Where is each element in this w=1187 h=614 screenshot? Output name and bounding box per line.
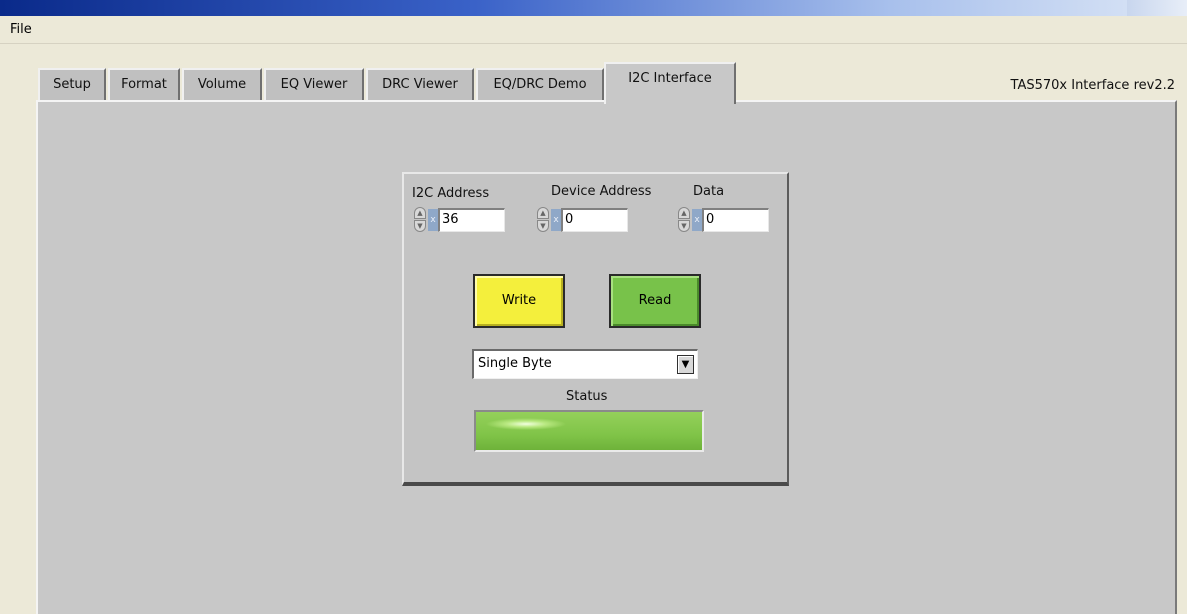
spinner-down-arrow[interactable]: ▼: [678, 220, 690, 232]
tab-eq-drc-demo[interactable]: EQ/DRC Demo: [476, 68, 604, 102]
radix-indicator[interactable]: x: [692, 209, 702, 231]
i2c-address-label: I2C Address: [412, 186, 490, 201]
window-title-bar-edge: [1127, 0, 1187, 16]
spinner-icon[interactable]: ▲ ▼: [536, 207, 550, 233]
spinner-up-arrow[interactable]: ▲: [678, 207, 690, 219]
status-label: Status: [566, 389, 608, 404]
version-label: TAS570x Interface rev2.2: [1010, 78, 1175, 93]
spinner-up-arrow[interactable]: ▲: [537, 207, 549, 219]
spinner-icon[interactable]: ▲ ▼: [413, 207, 427, 233]
i2c-address-control: ▲ ▼ x 36: [413, 207, 505, 233]
menu-file[interactable]: File: [10, 22, 32, 37]
tab-format[interactable]: Format: [108, 68, 180, 102]
device-address-input[interactable]: 0: [561, 208, 628, 232]
menu-bar: File: [0, 16, 1187, 44]
tab-drc-viewer[interactable]: DRC Viewer: [366, 68, 474, 102]
data-label: Data: [693, 184, 725, 199]
spinner-icon[interactable]: ▲ ▼: [677, 207, 691, 233]
radix-indicator[interactable]: x: [428, 209, 438, 231]
transfer-mode-value: Single Byte: [478, 356, 552, 371]
data-input[interactable]: 0: [702, 208, 769, 232]
chevron-down-icon[interactable]: ▼: [677, 355, 694, 374]
spinner-up-arrow[interactable]: ▲: [414, 207, 426, 219]
tab-eq-viewer[interactable]: EQ Viewer: [264, 68, 364, 102]
transfer-mode-select[interactable]: Single Byte ▼: [472, 349, 698, 379]
radix-indicator[interactable]: x: [551, 209, 561, 231]
tab-setup[interactable]: Setup: [38, 68, 106, 102]
write-button[interactable]: Write: [473, 274, 565, 328]
window-title-bar: [0, 0, 1187, 16]
i2c-address-input[interactable]: 36: [438, 208, 505, 232]
tab-i2c-interface[interactable]: I2C Interface: [604, 62, 736, 104]
read-button[interactable]: Read: [609, 274, 701, 328]
device-address-control: ▲ ▼ x 0: [536, 207, 628, 233]
data-control: ▲ ▼ x 0: [677, 207, 769, 233]
tab-volume[interactable]: Volume: [182, 68, 262, 102]
device-address-label: Device Address: [551, 184, 652, 199]
spinner-down-arrow[interactable]: ▼: [537, 220, 549, 232]
spinner-down-arrow[interactable]: ▼: [414, 220, 426, 232]
status-indicator: [474, 410, 704, 452]
